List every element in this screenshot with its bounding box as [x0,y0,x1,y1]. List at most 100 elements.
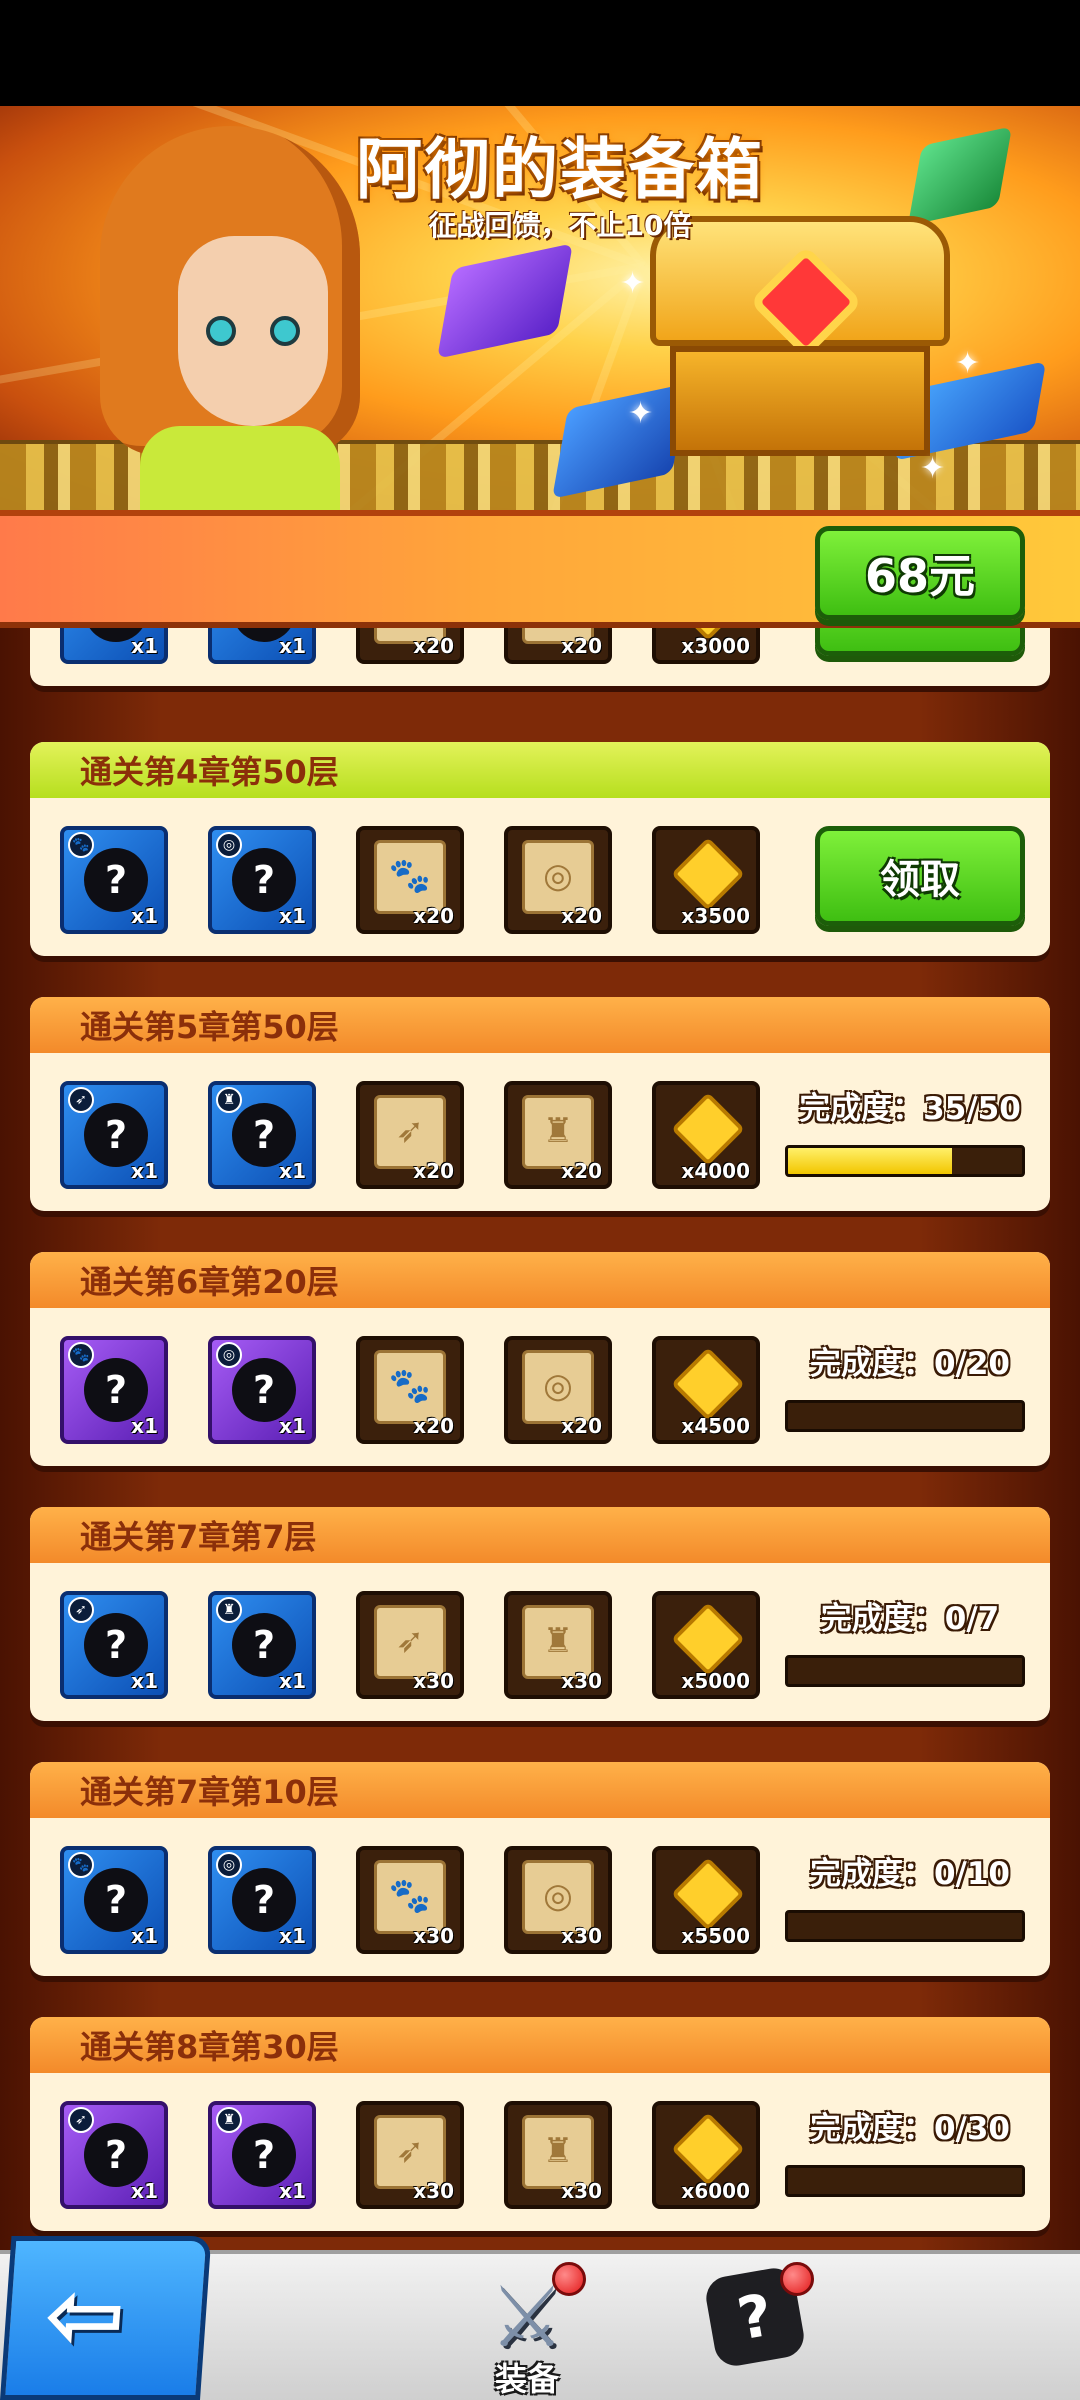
item-quantity: x20 [413,1414,454,1438]
bow-scroll-icon: ➶ [374,1095,446,1169]
ring-icon: ◎ [216,832,242,858]
unknown-equipment-icon: ? [232,2123,296,2187]
reward-title: 通关第4章第50层 [30,742,1050,798]
item-quantity: x4000 [681,1159,750,1183]
reward-equipment-bow[interactable]: ➶? x1 [60,1081,168,1189]
reward-equipment-armor[interactable]: ♜? x1 [208,1591,316,1699]
item-quantity: x20 [561,904,602,928]
reward-scroll[interactable]: ◎ x20 [504,826,612,934]
reward-scroll[interactable]: ➶ x30 [356,1591,464,1699]
progress-label: 完成度：0/30 [809,2111,1011,2147]
item-quantity: x4500 [681,1414,750,1438]
armor-scroll-icon: ♜ [522,2115,594,2189]
unknown-equipment-icon: ? [232,1358,296,1422]
reward-title: 通关第8章第30层 [30,2017,1050,2073]
reward-scroll[interactable]: x20 [504,628,612,664]
reward-card: 通关第7章第7层 ➶? x1 ♜? x1 ➶ x30 ♜ x30 x5000 完成度：0/7 [30,1507,1050,1721]
reward-scroll[interactable]: 🐾 x30 [356,1846,464,1954]
reward-gems[interactable]: x4500 [652,1336,760,1444]
item-quantity: x1 [131,1669,158,1693]
sparkle-icon: ✦ [620,266,646,301]
item-quantity: x1 [131,904,158,928]
reward-title: 通关第7章第7层 [30,1507,1050,1563]
reward-scroll[interactable]: ◎ x30 [504,1846,612,1954]
reward-equipment-ring[interactable]: ◎? x1 [208,1846,316,1954]
item-quantity: x1 [279,1669,306,1693]
sparkle-icon: ✦ [920,451,946,486]
unknown-equipment-icon: ? [232,1103,296,1167]
reward-gems[interactable]: x5000 [652,1591,760,1699]
reward-scroll[interactable]: ➶ x20 [356,1081,464,1189]
reward-gems[interactable]: x3500 [652,826,760,934]
price-bar: 68元 [0,510,1080,628]
tab-equipment[interactable]: ⚔ 装备 [462,2262,592,2400]
reward-gems[interactable]: x3000 [652,628,760,664]
item-quantity: x1 [279,904,306,928]
item-quantity: x1 [131,1159,158,1183]
reward-equipment-ring[interactable]: ◎? x1 [208,1336,316,1444]
reward-card: 通关第4章第50层 🐾? x1 ◎? x1 🐾 x20 ◎ x20 x3500 领取 [30,742,1050,956]
gold-gem-icon [671,1857,745,1931]
reward-scroll[interactable]: ♜ x20 [504,1081,612,1189]
reward-list[interactable]: ?x1?x1x20x20x3000通关第4章第50层🐾?x1◎?x1🐾x20◎x… [0,628,1080,2250]
green-flag-icon [907,126,1013,226]
back-button[interactable]: ⇦ [0,2236,212,2400]
armor-scroll-icon: ♜ [522,1095,594,1169]
reward-card: 通关第7章第10层 🐾? x1 ◎? x1 🐾 x30 ◎ x30 x5500 完成度：0/10 [30,1762,1050,1976]
reward-scroll[interactable]: ➶ x30 [356,2101,464,2209]
treasure-chest-icon [650,216,950,456]
tab-mystery[interactable]: ? [690,2262,820,2400]
item-quantity: x1 [131,1924,158,1948]
reward-scroll[interactable]: ♜ x30 [504,2101,612,2209]
item-quantity: x30 [413,1669,454,1693]
progress-label: 完成度：0/10 [809,1856,1011,1892]
tab-equipment-label: 装备 [494,2360,559,2398]
unknown-equipment-icon: ? [232,1868,296,1932]
reward-equipment-ring[interactable]: ?x1 [208,628,316,664]
armor-scroll-icon: ♜ [522,1605,594,1679]
ring-scroll-icon: ◎ [522,1350,594,1424]
progress-bar [785,1910,1025,1942]
reward-scroll[interactable]: 🐾 x20 [356,826,464,934]
back-arrow-icon: ⇦ [41,2259,130,2371]
claim-button[interactable] [815,628,1025,656]
reward-gems[interactable]: x5500 [652,1846,760,1954]
item-quantity: x1 [279,634,306,658]
paw-icon: 🐾 [68,832,94,858]
gold-gem-icon [671,837,745,911]
progress-bar [785,1145,1025,1177]
unknown-equipment-icon: ? [84,1103,148,1167]
bow-icon: ➶ [68,2107,94,2133]
bow-icon: ➶ [68,1597,94,1623]
unknown-equipment-icon: ? [84,2123,148,2187]
reward-scroll[interactable]: ♜ x30 [504,1591,612,1699]
item-quantity: x20 [413,634,454,658]
reward-equipment-paw[interactable]: 🐾? x1 [60,826,168,934]
reward-equipment-paw[interactable]: ?x1 [60,628,168,664]
reward-scroll[interactable]: x20 [356,628,464,664]
reward-equipment-paw[interactable]: 🐾? x1 [60,1336,168,1444]
reward-gems[interactable]: x6000 [652,2101,760,2209]
unknown-equipment-icon: ? [84,848,148,912]
item-quantity: x3500 [681,904,750,928]
reward-scroll[interactable]: ◎ x20 [504,1336,612,1444]
reward-equipment-bow[interactable]: ➶? x1 [60,1591,168,1699]
sparkle-icon: ✦ [955,346,981,381]
reward-card: 通关第8章第30层 ➶? x1 ♜? x1 ➶ x30 ♜ x30 x6000 完成度：0/30 [30,2017,1050,2231]
reward-equipment-bow[interactable]: ➶? x1 [60,2101,168,2209]
reward-gems[interactable]: x4000 [652,1081,760,1189]
progress-bar [785,1655,1025,1687]
paw-scroll-icon: 🐾 [374,1350,446,1424]
item-quantity: x30 [561,1669,602,1693]
reward-equipment-armor[interactable]: ♜? x1 [208,2101,316,2209]
claim-button[interactable]: 领取 [815,826,1025,926]
ring-scroll-icon: ◎ [522,1860,594,1934]
reward-equipment-paw[interactable]: 🐾? x1 [60,1846,168,1954]
reward-scroll[interactable]: 🐾 x20 [356,1336,464,1444]
unknown-equipment-icon: ? [84,1613,148,1677]
purchase-button[interactable]: 68元 [815,526,1025,620]
reward-equipment-ring[interactable]: ◎? x1 [208,826,316,934]
item-quantity: x1 [279,1414,306,1438]
reward-equipment-armor[interactable]: ♜? x1 [208,1081,316,1189]
item-quantity: x1 [279,1159,306,1183]
